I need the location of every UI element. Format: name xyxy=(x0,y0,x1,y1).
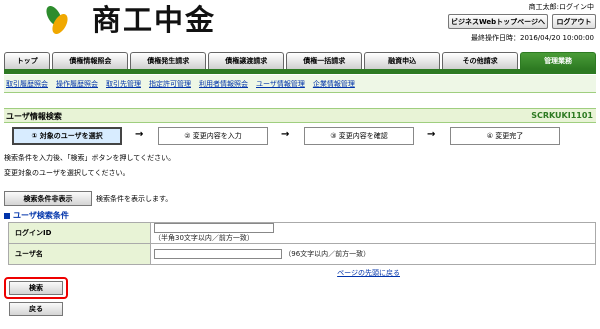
username-label: ユーザ名 xyxy=(8,243,151,265)
logo-icon xyxy=(46,6,68,34)
search-conditions-heading: ユーザ検索条件 xyxy=(4,210,69,221)
tab-bond-inquiry[interactable]: 債権情報照会 xyxy=(52,52,129,69)
username-input[interactable] xyxy=(154,249,282,259)
step-arrow-3: → xyxy=(427,129,436,140)
hide-search-conditions-button[interactable]: 検索条件非表示 xyxy=(4,191,92,206)
user-status: 商工太郎:ログイン中 xyxy=(528,3,594,11)
section-bullet-icon xyxy=(4,212,10,219)
sub-navigation: 取引履歴照会 操作履歴照会 取引先管理 指定許可管理 利用者情報照会 ユーザ情報… xyxy=(4,75,596,93)
tab-bond-issue[interactable]: 債権発生請求 xyxy=(130,52,207,69)
brand-logo-text: 商工中金 xyxy=(92,3,217,37)
search-conditions-title: ユーザ検索条件 xyxy=(13,211,69,220)
screen-code: SCRKUKI1101 xyxy=(531,111,593,120)
business-web-top-button[interactable]: ビジネスWebトップページへ xyxy=(448,14,548,29)
tab-bond-transfer[interactable]: 債権譲渡請求 xyxy=(208,52,285,69)
subnav-partner-management[interactable]: 取引先管理 xyxy=(106,79,141,89)
tab-other-requests[interactable]: その他請求 xyxy=(442,52,519,69)
tab-loan-application[interactable]: 融資申込 xyxy=(364,52,441,69)
instruction-message-1: 検索条件を入力後、「検索」ボタンを押してください。 xyxy=(4,154,176,162)
tab-admin[interactable]: 管理業務 xyxy=(520,52,597,69)
subnav-operation-history[interactable]: 操作履歴照会 xyxy=(56,79,98,89)
instruction-message-2: 変更対象のユーザを選択してください。 xyxy=(4,169,130,177)
login-id-label: ログインID xyxy=(8,222,151,244)
subnav-transaction-history[interactable]: 取引履歴照会 xyxy=(6,79,48,89)
last-login-time: 最終操作日時：2016/04/20 10:00:00 xyxy=(470,34,594,42)
form-row-login-id: ログインID （半角30文字以内／前方一致） xyxy=(8,222,596,244)
step-4-complete: ④ 変更完了 xyxy=(450,127,560,145)
username-hint: （96文字以内／前方一致） xyxy=(284,250,371,258)
search-conditions-note: 検索条件を表示します。 xyxy=(96,195,173,203)
search-button[interactable]: 検索 xyxy=(9,281,63,295)
back-button[interactable]: 戻る xyxy=(9,302,63,316)
main-tabs: トップ 債権情報照会 債権発生請求 債権譲渡請求 債権一括請求 融資申込 その他… xyxy=(4,52,597,69)
step-3-confirm-changes: ③ 変更内容を確認 xyxy=(304,127,414,145)
step-arrow-2: → xyxy=(281,129,290,140)
subnav-user-info-inquiry[interactable]: 利用者情報照会 xyxy=(199,79,248,89)
page-top-link[interactable]: ページの先頭に戻る xyxy=(337,268,400,278)
step-2-enter-changes: ② 変更内容を入力 xyxy=(158,127,268,145)
tab-underline xyxy=(4,69,596,74)
tab-top[interactable]: トップ xyxy=(4,52,51,69)
subnav-user-info-management[interactable]: ユーザ情報管理 xyxy=(256,79,305,89)
login-id-hint: （半角30文字以内／前方一致） xyxy=(154,234,254,242)
subnav-permission-management[interactable]: 指定許可管理 xyxy=(149,79,191,89)
form-row-username: ユーザ名 （96文字以内／前方一致） xyxy=(8,243,596,265)
login-id-input[interactable] xyxy=(154,223,274,233)
step-arrow-1: → xyxy=(135,129,144,140)
page-title-bar: ユーザ情報検索 SCRKUKI1101 xyxy=(4,108,596,123)
subnav-company-info-management[interactable]: 企業情報管理 xyxy=(313,79,355,89)
page-title: ユーザ情報検索 xyxy=(6,112,62,121)
step-1-select-user: ① 対象のユーザを選択 xyxy=(12,127,122,145)
logout-button[interactable]: ログアウト xyxy=(552,14,596,29)
tab-bond-bulk[interactable]: 債権一括請求 xyxy=(286,52,363,69)
search-form-table: ログインID （半角30文字以内／前方一致） ユーザ名 （96文字以内／前方一致… xyxy=(8,222,596,265)
